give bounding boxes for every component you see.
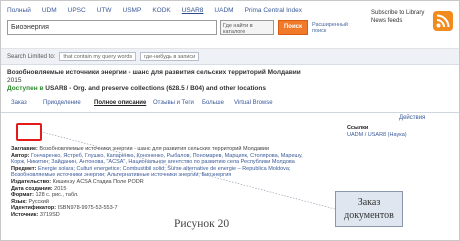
callout-line-1: Заказ: [357, 197, 381, 208]
request-tab-highlight: [16, 123, 42, 141]
tab-details[interactable]: Полное описание: [94, 100, 146, 106]
availability-location: USAR8 - Org. and preserve collections (6…: [45, 85, 266, 92]
tab-tags[interactable]: Отзывы и Теги: [153, 100, 194, 106]
search-button[interactable]: Поиск: [278, 20, 308, 35]
actions-menu[interactable]: Действия: [399, 115, 425, 121]
tab-more[interactable]: Больше: [202, 100, 224, 106]
links-item[interactable]: UADM / USAR8 (Наука): [347, 132, 447, 139]
nav-item[interactable]: UTW: [97, 7, 112, 14]
top-nav: Полный UDM UPSC UTW USMP KODK USAR8 UADM…: [7, 7, 302, 14]
tab-reviews[interactable]: Приоделение: [43, 100, 81, 106]
record-year: 2015: [7, 77, 22, 84]
availability[interactable]: Доступен в USAR8 - Org. and preserve col…: [7, 85, 447, 93]
refine-field-pill[interactable]: где-нибудь в записи: [140, 52, 200, 61]
detail-authors: Автор: Гончаренко, Ястреб, Глушко, Капар…: [11, 152, 303, 166]
nav-item[interactable]: UPSC: [68, 7, 86, 14]
availability-label: Доступен в: [7, 85, 44, 92]
detail-identifier: Идентификатор: ISBN978-9975-53-553-7: [11, 205, 118, 212]
nav-item[interactable]: USMP: [123, 7, 142, 14]
rss-icon[interactable]: [433, 11, 453, 31]
detail-format: Формат: 128 с. рис., табл.: [11, 192, 79, 199]
callout-box: Заказ документов: [335, 191, 403, 227]
nav-item[interactable]: KODK: [152, 7, 170, 14]
scope-select[interactable]: Где найти в каталоге: [220, 20, 274, 35]
record-details: Заглавие: Возобновляемые источники энерг…: [11, 146, 311, 219]
detail-title: Заглавие: Возобновляемые источники энерг…: [11, 146, 270, 152]
subscribe-link[interactable]: Subscribe to Library News feeds: [371, 9, 433, 25]
search-input[interactable]: [7, 20, 217, 35]
detail-publisher: Издательство: Кишинэу ACSA Стадиа Поле P…: [11, 178, 144, 185]
tab-virtual-browse[interactable]: Virtual Browse: [234, 100, 273, 106]
nav-item[interactable]: Prima Central Index: [245, 7, 302, 14]
detail-source: Источник: 3719SD: [11, 211, 60, 218]
record-tabs: Заказ Приоделение Полное описание Отзывы…: [1, 97, 459, 113]
tab-request[interactable]: Заказ: [11, 100, 27, 106]
screenshot-frame: Полный UDM UPSC UTW USMP KODK USAR8 UADM…: [0, 0, 460, 241]
advanced-search-link[interactable]: Расширенный поиск: [312, 22, 352, 34]
callout-line-2: документов: [344, 210, 394, 221]
detail-subjects: Предмет: Energie solara; Culturi energet…: [11, 165, 291, 179]
refine-scope-pill[interactable]: that contain my query words: [59, 52, 137, 61]
figure-caption: Рисунок 20: [174, 218, 230, 230]
nav-item[interactable]: UADM: [214, 7, 233, 14]
detail-date: Дата создания: 2015: [11, 185, 67, 192]
nav-item-active[interactable]: USAR8: [182, 7, 204, 14]
nav-item[interactable]: UDM: [42, 7, 57, 14]
nav-item[interactable]: Полный: [7, 7, 31, 14]
links-heading: Ссылки: [347, 125, 369, 131]
links-panel: Ссылки UADM / USAR8 (Наука): [347, 125, 447, 139]
record-title[interactable]: Возобновляемые источники энергии - шанс …: [7, 69, 447, 77]
refine-bar: Search Limited to: that contain my query…: [1, 49, 459, 65]
record-header: Возобновляемые источники энергии - шанс …: [7, 69, 447, 93]
refine-label: Search Limited to:: [7, 53, 56, 60]
header: Полный UDM UPSC UTW USMP KODK USAR8 UADM…: [1, 1, 459, 49]
